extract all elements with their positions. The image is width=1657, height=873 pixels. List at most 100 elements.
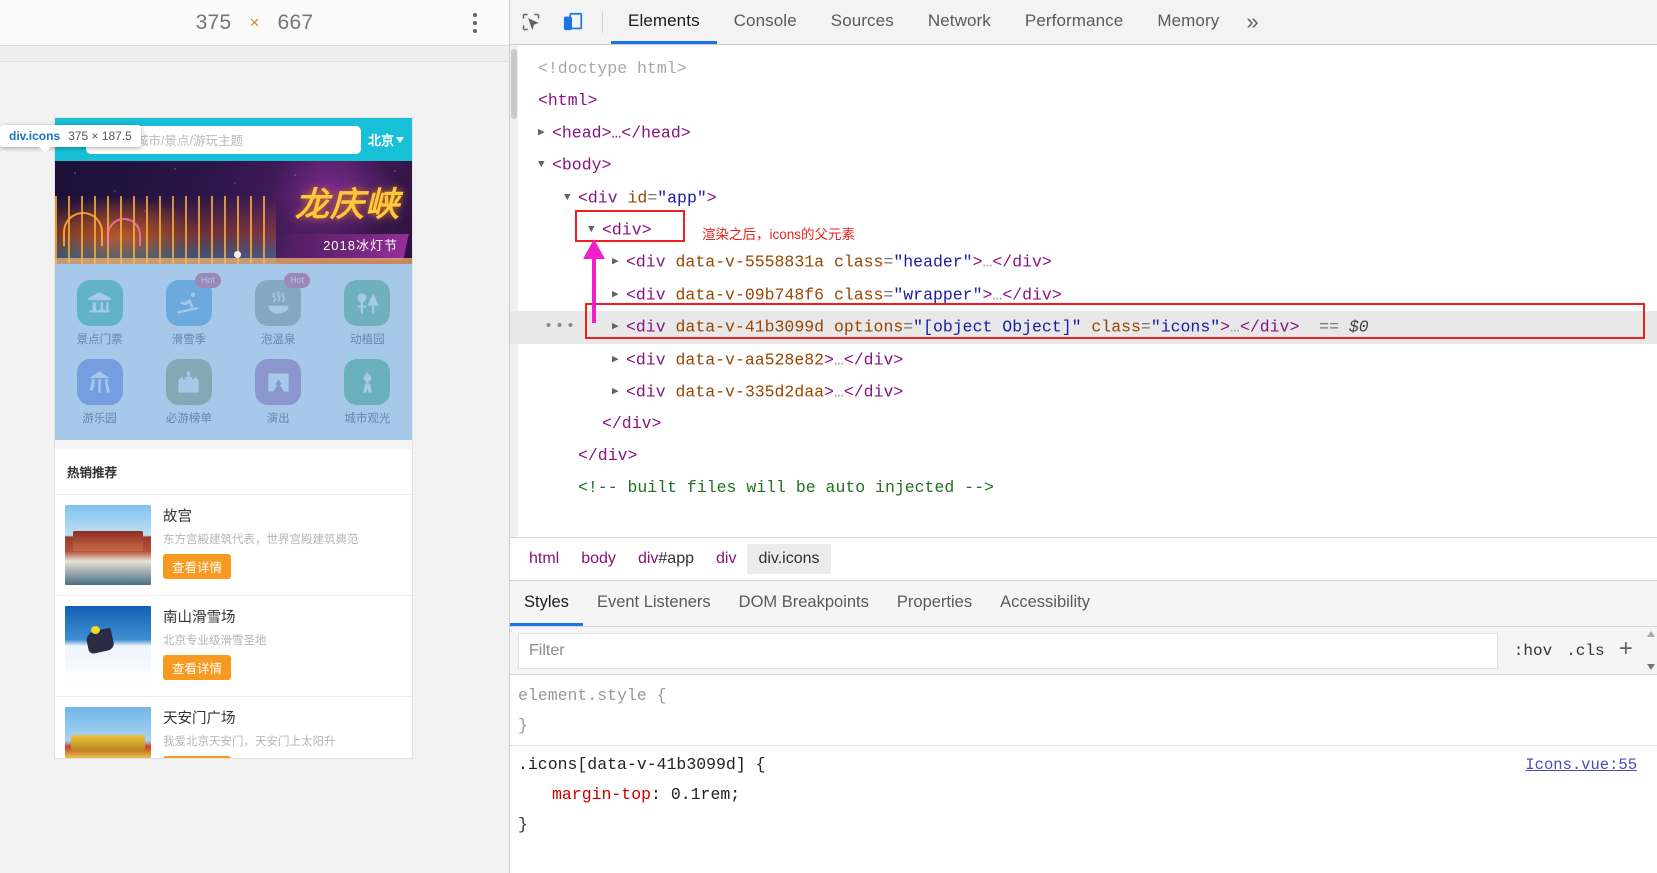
dom-node-wrapper-div[interactable]: ▶ <div data-v-09b748f6 class="wrapper">…<… — [510, 279, 1657, 311]
dom-node-html[interactable]: <html> — [510, 85, 1657, 117]
tab-accessibility[interactable]: Accessibility — [986, 581, 1104, 626]
style-rule-element-style[interactable]: element.style { } — [510, 681, 1657, 741]
tab-properties[interactable]: Properties — [883, 581, 986, 626]
banner-title: 龙庆峡 — [295, 187, 400, 224]
hot-badge: Hot — [194, 273, 221, 288]
banner-carousel-dot[interactable] — [233, 251, 241, 258]
device-ruler-strip — [0, 46, 509, 62]
dom-node-head[interactable]: ▶ <head>…</head> — [510, 117, 1657, 149]
dom-node-close-app[interactable]: </div> — [510, 440, 1657, 472]
dom-tree: <!doctype html> <html> ▶ <head>…</head> ▼… — [510, 45, 1657, 538]
styles-tabbar: Styles Event Listeners DOM Breakpoints P… — [510, 581, 1657, 628]
breadcrumb-item-html[interactable]: html — [518, 544, 570, 574]
tab-performance[interactable]: Performance — [1008, 0, 1140, 44]
collapse-triangle-icon[interactable]: ▼ — [538, 149, 552, 181]
rule-declaration[interactable]: margin-top: 0.1rem; — [518, 780, 1645, 810]
scroll-down-icon[interactable] — [1647, 664, 1655, 671]
body-tag-text: <body> — [552, 155, 612, 175]
new-style-rule-button[interactable]: + — [1619, 638, 1633, 663]
tab-memory[interactable]: Memory — [1140, 0, 1236, 44]
device-emulation-pane: 375 × 667 输入城市/景点/游玩主题 北京 龙庆峡 2018冰灯节 景点… — [0, 0, 510, 873]
breadcrumb: html body div#app div div.icons — [510, 537, 1657, 582]
icon-item[interactable]: 演出 — [234, 355, 323, 434]
icon-item[interactable]: 动植园 — [323, 276, 412, 355]
tab-sources[interactable]: Sources — [814, 0, 911, 44]
list-item[interactable]: 南山滑雪场 北京专业级滑雪圣地 查看详情 — [55, 596, 412, 697]
breadcrumb-item-div-app[interactable]: div#app — [627, 544, 705, 574]
view-details-button[interactable]: 查看详情 — [163, 554, 232, 579]
icon-item[interactable]: Hot 泡温泉 — [234, 273, 323, 355]
icon-item[interactable]: Hot 滑雪季 — [144, 273, 233, 355]
styles-filter-actions: :hov .cls + — [1498, 638, 1657, 663]
inspect-cursor-icon[interactable] — [510, 0, 552, 44]
icon-label: 游乐园 — [82, 413, 117, 425]
devtools-window: 375 × 667 输入城市/景点/游玩主题 北京 龙庆峡 2018冰灯节 景点… — [0, 0, 1657, 873]
expand-triangle-icon[interactable]: ▶ — [612, 279, 626, 311]
icon-item[interactable]: 必游榜单 — [144, 355, 233, 434]
dom-node-header-div[interactable]: ▶ <div data-v-5558831a class="header">…</… — [510, 246, 1657, 278]
view-details-button[interactable]: 查看详情 — [163, 756, 232, 758]
doctype-text: <!doctype html> — [538, 59, 687, 78]
list-item-title: 故宫 — [163, 509, 192, 525]
dom-node-plain-div[interactable]: ▼ <div> — [510, 214, 1657, 246]
list-item-title: 天安门广场 — [163, 711, 236, 727]
annotation-note: 渲染之后，icons的父元素 — [702, 227, 856, 242]
list-item[interactable]: 天安门广场 我爱北京天安门，天安门上太阳升 查看详情 — [55, 697, 412, 758]
tab-network[interactable]: Network — [911, 0, 1008, 44]
dom-node-div-aa528e82[interactable]: ▶ <div data-v-aa528e82>…</div> — [510, 344, 1657, 376]
view-details-button[interactable]: 查看详情 — [163, 655, 232, 680]
node-overflow-dots-icon[interactable]: ••• — [544, 311, 577, 343]
banner-arch2-decoration — [107, 218, 141, 246]
declaration-property[interactable]: margin-top — [518, 785, 651, 804]
expand-triangle-icon[interactable]: ▶ — [612, 376, 626, 408]
expand-triangle-icon[interactable]: ▶ — [538, 117, 552, 149]
scroll-up-icon[interactable] — [1647, 631, 1655, 638]
icon-label: 滑雪季 — [171, 334, 207, 346]
zoo-plant-icon — [344, 280, 391, 326]
device-height-input[interactable]: 667 — [277, 11, 313, 35]
tab-event-listeners[interactable]: Event Listeners — [583, 581, 725, 626]
city-selector[interactable]: 北京 — [368, 130, 404, 149]
icon-label: 动植园 — [350, 334, 385, 346]
styles-filter-input[interactable]: Filter — [518, 632, 1498, 669]
icon-item[interactable]: 景点门票 — [55, 276, 144, 355]
icon-item[interactable]: 游乐园 — [55, 355, 144, 434]
expand-triangle-icon[interactable]: ▶ — [612, 311, 626, 343]
device-toolbar-icon[interactable] — [552, 0, 594, 44]
breadcrumb-item-body[interactable]: body — [570, 544, 627, 574]
class-editor-button[interactable]: .cls — [1566, 642, 1604, 660]
tab-console[interactable]: Console — [717, 0, 814, 44]
dom-node-body[interactable]: ▼ <body> — [510, 149, 1657, 181]
device-width-input[interactable]: 375 — [196, 11, 232, 35]
dom-node-doctype[interactable]: <!doctype html> — [510, 53, 1657, 85]
declaration-value[interactable]: 0.1rem; — [661, 785, 740, 804]
list-item[interactable]: 故宫 东方宫殿建筑代表，世界宫殿建筑典范 查看详情 — [55, 495, 412, 596]
style-rule-icons[interactable]: .icons[data-v-41b3099d] { Icons.vue:55 m… — [510, 750, 1657, 840]
kebab-menu-icon[interactable] — [469, 9, 481, 37]
tab-elements[interactable]: Elements — [611, 0, 717, 44]
banner-arch-decoration — [63, 212, 103, 246]
html-tag-text: <html> — [538, 91, 598, 110]
expand-triangle-icon[interactable]: ▶ — [612, 246, 626, 278]
tab-dom-breakpoints[interactable]: DOM Breakpoints — [725, 581, 883, 626]
dom-node-icons-div-selected[interactable]: ••• ▶ <div data-v-41b3099d options="[objec… — [510, 311, 1657, 344]
styles-rules-pane: element.style { } .icons[data-v-41b3099d… — [510, 675, 1657, 873]
tab-styles[interactable]: Styles — [510, 581, 583, 627]
rule-source-link[interactable]: Icons.vue:55 — [1525, 750, 1645, 780]
dom-node-app[interactable]: ▼ <div id="app"> — [510, 182, 1657, 214]
hover-state-button[interactable]: :hov — [1514, 642, 1552, 660]
dom-node-comment[interactable]: <!-- built files will be auto injected -… — [510, 472, 1657, 504]
dom-node-close-inner[interactable]: </div> — [510, 408, 1657, 440]
chevron-double-right-icon[interactable]: » — [1236, 0, 1272, 44]
dom-node-div-335d2daa[interactable]: ▶ <div data-v-335d2daa>…</div> — [510, 376, 1657, 408]
styles-scrollbar[interactable] — [1647, 627, 1657, 675]
collapse-triangle-icon[interactable]: ▼ — [588, 214, 602, 246]
icon-item[interactable]: 城市观光 — [323, 355, 412, 434]
expand-triangle-icon[interactable]: ▶ — [612, 344, 626, 376]
breadcrumb-item-div[interactable]: div — [705, 544, 747, 574]
collapse-triangle-icon[interactable]: ▼ — [564, 182, 578, 214]
section-gap — [55, 440, 412, 449]
breadcrumb-item-div-icons[interactable]: div.icons — [747, 544, 831, 575]
promo-banner[interactable]: 龙庆峡 2018冰灯节 — [55, 161, 412, 264]
selected-node-ref: $0 — [1348, 317, 1369, 337]
